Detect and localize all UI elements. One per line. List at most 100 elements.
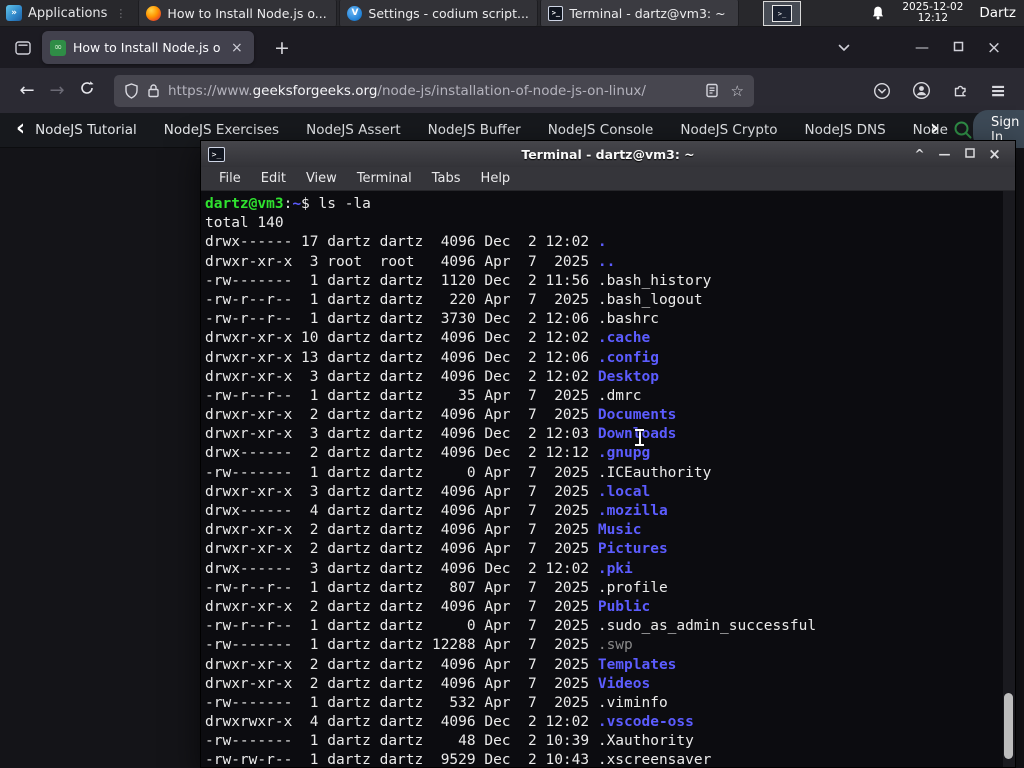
listing-row: -rw-r--r-- 1 dartz dartz 3730 Dec 2 12:0… — [205, 311, 659, 328]
terminal-menu-help[interactable]: Help — [471, 171, 521, 186]
file-name: Public — [597, 598, 651, 615]
file-name: .. — [597, 253, 616, 270]
terminal-minimize-button[interactable]: — — [932, 147, 957, 161]
site-nav-item[interactable]: NodeJS DNS — [805, 122, 886, 138]
firefox-view-icon[interactable] — [14, 39, 32, 57]
notification-bell-icon[interactable] — [870, 5, 886, 21]
forward-button[interactable]: → — [42, 80, 72, 101]
site-nav-item[interactable]: NodeJS Tutorial — [35, 122, 137, 138]
listing-row: -rw------- 1 dartz dartz 12288 Apr 7 202… — [205, 637, 633, 654]
terminal-close-button[interactable]: × — [982, 145, 1007, 163]
extensions-icon[interactable] — [952, 82, 969, 99]
user-menu[interactable]: Dartz — [979, 5, 1016, 21]
listing-row: -rw-r--r-- 1 dartz dartz 807 Apr 7 2025 … — [205, 579, 668, 596]
taskbar-button[interactable]: How to Install Node.js o... — [138, 0, 338, 26]
list-all-tabs-icon[interactable] — [826, 40, 862, 56]
browser-maximize-button[interactable] — [940, 40, 976, 56]
prompt-command: $ ls -la — [301, 196, 371, 212]
terminal-scrollbar[interactable] — [1003, 191, 1015, 767]
file-name: .xscreensaver — [597, 752, 712, 767]
workspace-pager[interactable]: >_ — [763, 1, 801, 26]
listing-row: -rw------- 1 dartz dartz 1120 Dec 2 11:5… — [205, 272, 712, 289]
listing-row: drwxr-xr-x 3 dartz dartz 4096 Dec 2 12:0… — [205, 368, 659, 385]
terminal-menu-edit[interactable]: Edit — [251, 171, 296, 186]
tab-title: How to Install Node.js on — [73, 40, 221, 55]
taskbar-button-label: Settings - codium script... — [368, 5, 529, 21]
site-nav-item[interactable]: NodeJS Crypto — [680, 122, 777, 138]
file-name: .bash_logout — [597, 291, 703, 308]
new-tab-button[interactable]: + — [268, 37, 296, 59]
back-button[interactable]: ← — [12, 80, 42, 101]
url-bar[interactable]: https://www.geeksforgeeks.org/node-js/in… — [114, 74, 754, 107]
listing-row: -rw-rw-r-- 1 dartz dartz 9529 Dec 2 10:4… — [205, 752, 712, 767]
listing-row: drwxr-xr-x 3 root root 4096 Apr 7 2025 .… — [205, 253, 616, 270]
pocket-icon[interactable] — [873, 82, 891, 100]
prompt-line: dartz@vm3:~$ ls -la — [205, 195, 1015, 214]
terminal-menu-view[interactable]: View — [296, 171, 347, 186]
file-name: .Xauthority — [597, 733, 694, 750]
browser-close-button[interactable]: × — [976, 38, 1012, 58]
file-name: .viminfo — [597, 694, 668, 711]
reload-button[interactable] — [72, 80, 102, 101]
site-nav-item[interactable]: NodeJS Exercises — [164, 122, 279, 138]
file-name: .profile — [597, 579, 668, 596]
bookmark-star-icon[interactable]: ☆ — [731, 82, 744, 100]
nav-scroll-left-icon[interactable]: ‹ — [0, 116, 35, 144]
prompt-separator: : — [283, 196, 293, 212]
taskbar-window-buttons: How to Install Node.js o... V Settings - c… — [138, 0, 741, 26]
terminal-shade-button[interactable]: ^ — [907, 147, 932, 161]
listing-row: drwxr-xr-x 2 dartz dartz 4096 Apr 7 2025… — [205, 541, 668, 558]
file-name: .ICEauthority — [597, 464, 712, 481]
terminal-title-bar[interactable]: >_ Terminal - dartz@vm3: ~ ^ — × — [201, 141, 1015, 167]
terminal-menu-bar: File Edit View Terminal Tabs Help — [201, 167, 1015, 191]
site-nav-item[interactable]: NodeJS Console — [548, 122, 654, 138]
firefox-icon — [146, 5, 162, 21]
tab-close-icon[interactable]: × — [228, 40, 246, 56]
scrollbar-thumb[interactable] — [1004, 693, 1013, 759]
terminal-menu-terminal[interactable]: Terminal — [347, 171, 422, 186]
site-nav-item[interactable]: NodeJS Buffer — [428, 122, 521, 138]
terminal-menu-file[interactable]: File — [209, 171, 251, 186]
listing-row: drwx------ 17 dartz dartz 4096 Dec 2 12:… — [205, 234, 607, 251]
file-name: .gnupg — [597, 445, 651, 462]
file-name: .pki — [597, 560, 633, 577]
url-protocol: https://www. — [168, 82, 253, 99]
browser-toolbar: ← → https://www.geeksforgeeks.org/node-j… — [0, 68, 1024, 113]
file-name: .cache — [597, 330, 651, 347]
taskbar-button[interactable]: >_ Terminal - dartz@vm3: ~ — [540, 0, 740, 26]
listing-row: -rw-r--r-- 1 dartz dartz 35 Apr 7 2025 .… — [205, 387, 642, 404]
browser-minimize-button[interactable]: — — [904, 40, 940, 56]
terminal-menu-tabs[interactable]: Tabs — [422, 171, 471, 186]
prompt-cwd: ~ — [292, 196, 302, 212]
file-name: Music — [597, 522, 642, 539]
site-nav-item[interactable]: NodeJS Assert — [306, 122, 401, 138]
taskbar-button[interactable]: V Settings - codium script... — [339, 0, 539, 26]
lock-icon[interactable] — [147, 83, 160, 98]
listing-row: -rw-r--r-- 1 dartz dartz 220 Apr 7 2025 … — [205, 291, 703, 308]
terminal-maximize-button[interactable] — [957, 147, 982, 161]
vscodium-icon: V — [347, 5, 363, 21]
search-icon[interactable] — [953, 120, 973, 140]
file-name: .dmrc — [597, 387, 642, 404]
terminal-output[interactable]: dartz@vm3:~$ ls -la total 140 drwx------… — [201, 191, 1015, 767]
top-panel: » Applications ⋮ How to Install Node.js … — [0, 0, 1024, 27]
app-menu-icon[interactable]: ≡ — [990, 80, 1006, 102]
file-name: Documents — [597, 407, 677, 424]
shield-icon[interactable] — [124, 82, 139, 99]
applications-menu[interactable]: » Applications ⋮ — [0, 0, 134, 26]
taskbar-button-label: How to Install Node.js o... — [167, 5, 327, 21]
clock[interactable]: 2025-12-02 12:12 — [902, 1, 963, 25]
account-icon[interactable] — [912, 81, 931, 100]
file-name: .mozilla — [597, 503, 668, 519]
desktop: » Applications ⋮ How to Install Node.js … — [0, 0, 1024, 768]
file-name: Templates — [597, 656, 677, 673]
terminal-title: Terminal - dartz@vm3: ~ — [521, 146, 695, 162]
browser-tab[interactable]: ∞ How to Install Node.js on × — [42, 31, 254, 64]
clock-time: 12:12 — [917, 12, 948, 24]
listing-row: drwxr-xr-x 10 dartz dartz 4096 Dec 2 12:… — [205, 330, 651, 347]
listing-row: drwxr-xr-x 2 dartz dartz 4096 Apr 7 2025… — [205, 656, 677, 673]
file-name: .bash_history — [597, 272, 712, 289]
listing-row: -rw------- 1 dartz dartz 48 Dec 2 10:39 … — [205, 733, 694, 750]
reader-view-icon[interactable] — [705, 83, 719, 98]
file-name: .vscode-oss — [597, 714, 694, 731]
